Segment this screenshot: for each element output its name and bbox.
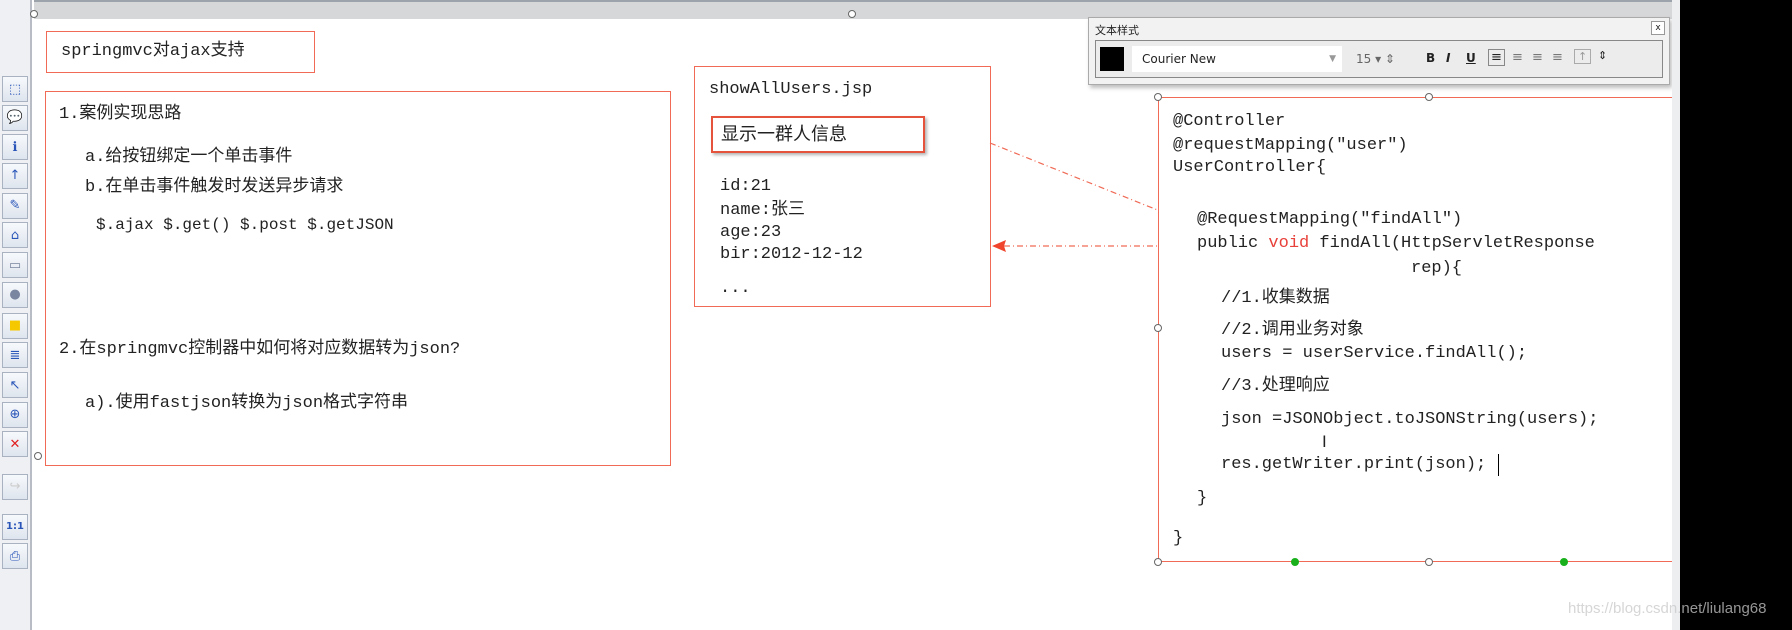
font-select[interactable]: Courier New ▼ bbox=[1132, 46, 1342, 72]
connector-handle[interactable] bbox=[1560, 558, 1568, 566]
line-spacing-icon[interactable]: ⇕ bbox=[1598, 49, 1607, 62]
resize-handle[interactable] bbox=[1154, 93, 1162, 101]
watermark: https://blog.csdn.net/liulang68 bbox=[1568, 600, 1767, 617]
italic-button[interactable]: I bbox=[1446, 51, 1450, 65]
request-arrow bbox=[989, 142, 1171, 216]
align-top-icon[interactable]: ↑ bbox=[1574, 49, 1592, 64]
text-style-panel: 文本样式 x Courier New ▼ 15 ▾ ⇕ B I U ≡ ≡ ≡ ≡… bbox=[1088, 17, 1670, 85]
underline-button[interactable]: U bbox=[1466, 51, 1476, 65]
panel-title: 文本样式 bbox=[1095, 24, 1139, 37]
vertical-scrollbar[interactable] bbox=[1672, 0, 1680, 630]
black-margin bbox=[1680, 0, 1792, 630]
code-token: findAll(HttpServletResponse bbox=[1309, 234, 1595, 253]
response-arrowhead bbox=[992, 240, 1006, 252]
code-line: @requestMapping("user") bbox=[1173, 136, 1408, 155]
code-line: public void findAll(HttpServletResponse bbox=[1197, 234, 1595, 254]
resize-handle[interactable] bbox=[1154, 324, 1162, 332]
caret bbox=[1498, 454, 1499, 476]
code-comment: //3.处理响应 bbox=[1221, 377, 1330, 396]
font-value: Courier New bbox=[1142, 52, 1216, 66]
style-row: Courier New ▼ 15 ▾ ⇕ B I U ≡ ≡ ≡ ≡ ↑ ⇕ bbox=[1095, 40, 1663, 78]
code-line: users = userService.findAll(); bbox=[1221, 344, 1528, 363]
code-line: } bbox=[1173, 529, 1184, 548]
code-line: UserController{ bbox=[1173, 158, 1327, 177]
color-swatch[interactable] bbox=[1100, 47, 1124, 71]
code-line: } bbox=[1197, 489, 1208, 508]
code-comment: //1.收集数据 bbox=[1221, 289, 1330, 308]
code-box[interactable]: @Controller @requestMapping("user") User… bbox=[1158, 97, 1688, 562]
code-line: rep){ bbox=[1411, 259, 1463, 278]
justify-icon[interactable]: ≡ bbox=[1552, 50, 1563, 65]
align-center-icon[interactable]: ≡ bbox=[1512, 50, 1523, 65]
code-token: public bbox=[1197, 234, 1269, 253]
align-right-icon[interactable]: ≡ bbox=[1532, 50, 1543, 65]
code-line: json =JSONObject.toJSONString(users); bbox=[1221, 410, 1599, 429]
align-left-icon[interactable]: ≡ bbox=[1488, 49, 1505, 66]
resize-handle[interactable] bbox=[1425, 93, 1433, 101]
close-button[interactable]: x bbox=[1651, 21, 1665, 35]
connector-handle[interactable] bbox=[1291, 558, 1299, 566]
code-line: @RequestMapping("findAll") bbox=[1197, 210, 1463, 229]
size-select[interactable]: 15 ▾ ⇕ bbox=[1350, 46, 1410, 72]
code-line: res.getWriter.print(json); bbox=[1221, 455, 1487, 474]
bold-button[interactable]: B bbox=[1426, 51, 1435, 65]
chevron-down-icon: ▼ bbox=[1329, 54, 1336, 64]
keyword-void: void bbox=[1268, 234, 1310, 253]
size-value: 15 bbox=[1356, 52, 1372, 66]
text-cursor-icon: I bbox=[1322, 432, 1327, 451]
code-comment: //2.调用业务对象 bbox=[1221, 321, 1364, 340]
resize-handle[interactable] bbox=[1425, 558, 1433, 566]
code-line: @Controller bbox=[1173, 112, 1286, 131]
resize-handle[interactable] bbox=[1154, 558, 1162, 566]
